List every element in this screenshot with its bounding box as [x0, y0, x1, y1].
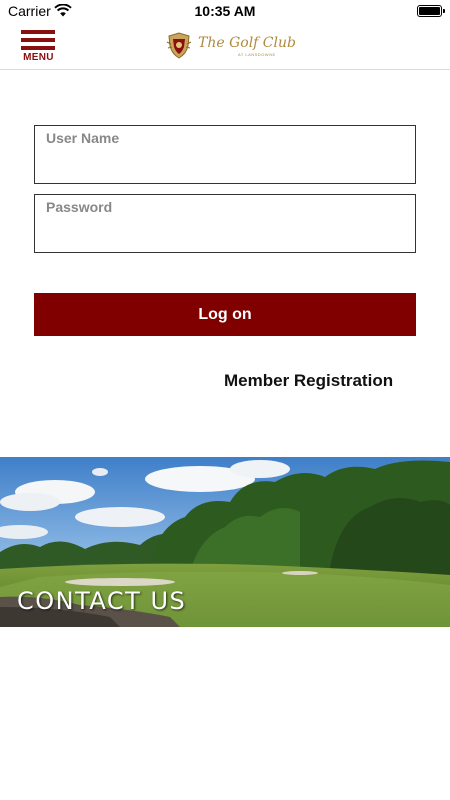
password-field[interactable] [34, 194, 416, 253]
password-input[interactable] [46, 199, 406, 215]
battery-icon [417, 5, 445, 17]
logo-subtext: AT LANSDOWNE [238, 52, 276, 57]
hamburger-icon [21, 30, 55, 34]
clock: 10:35 AM [194, 3, 256, 19]
crest-icon [166, 32, 192, 59]
username-input[interactable] [46, 130, 406, 146]
member-registration-link[interactable]: Member Registration [224, 371, 393, 391]
logo-text: The Golf Club [198, 35, 296, 51]
menu-label: MENU [23, 52, 54, 63]
username-field[interactable] [34, 125, 416, 184]
club-logo: The Golf Club AT LANSDOWNE [166, 32, 296, 60]
contact-us-label: CONTACT US [17, 587, 187, 615]
logon-button[interactable]: Log on [34, 293, 416, 336]
hamburger-icon [21, 46, 55, 50]
hamburger-icon [21, 38, 55, 42]
contact-us-banner[interactable]: CONTACT US [0, 457, 450, 627]
status-bar: Carrier 10:35 AM [0, 0, 450, 24]
menu-button[interactable]: MENU [21, 28, 56, 64]
app-header: MENU The Golf Club AT LANSDOWNE [0, 24, 450, 70]
